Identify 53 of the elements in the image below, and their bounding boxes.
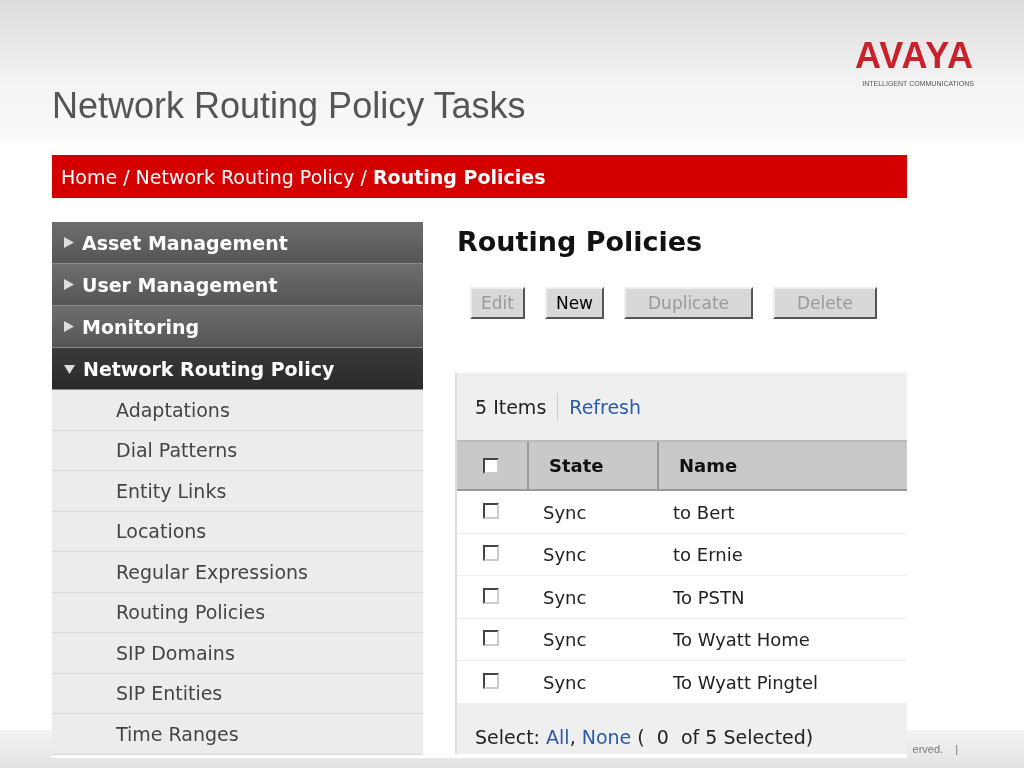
footer-text: erved.	[912, 743, 944, 755]
sidebar-item[interactable]: Dial Patterns	[52, 430, 423, 471]
refresh-link[interactable]: Refresh	[569, 395, 642, 418]
selection-count: ( 0 of 5 Selected)	[636, 725, 814, 748]
breadcrumb: Home / Network Routing Policy / Routing Policies	[61, 165, 546, 188]
sidebar-item[interactable]: Routing Policies	[52, 592, 423, 633]
column-header[interactable]: Name	[679, 455, 738, 477]
sidebar-item[interactable]: SIP Entities	[52, 673, 423, 714]
sidebar-section[interactable]: Asset Management	[52, 222, 423, 264]
table-cell: to Ernie	[673, 544, 743, 566]
sidebar-section-label: Network Routing Policy	[83, 357, 335, 380]
table-cell: Sync	[543, 501, 587, 523]
toolbar-button[interactable]: New	[544, 287, 604, 320]
sidebar-section[interactable]: Monitoring	[52, 306, 423, 348]
sidebar-item[interactable]: Adaptations	[52, 390, 423, 431]
checkbox[interactable]	[483, 630, 499, 647]
sidebar-section-label: User Management	[82, 273, 278, 296]
sidebar-item[interactable]: Locations	[52, 511, 423, 552]
table-cell: to Bert	[673, 501, 735, 523]
sidebar-section[interactable]: Network Routing Policy	[52, 348, 423, 390]
logo: AVAYA	[854, 38, 974, 74]
slide-title: Network Routing Policy Tasks	[52, 88, 526, 124]
comma-text: ,	[569, 725, 577, 748]
table-cell: To Wyatt Home	[673, 629, 810, 651]
checkbox[interactable]	[483, 587, 499, 604]
select-label: Select:	[475, 725, 541, 748]
sidebar-item[interactable]: Regular Expressions	[52, 552, 423, 593]
checkbox[interactable]	[483, 672, 499, 689]
sidebar-section-label: Monitoring	[82, 315, 200, 338]
page-title: Routing Policies	[457, 226, 704, 259]
triangle-right-icon	[64, 237, 74, 248]
sidebar-item[interactable]: SIP Domains	[52, 633, 423, 674]
table-cell: Sync	[543, 544, 587, 566]
sidebar-item[interactable]: Entity Links	[52, 471, 423, 512]
select-all-link[interactable]: All	[546, 725, 570, 748]
sidebar-section[interactable]: User Management	[52, 264, 423, 306]
table-cell: Sync	[543, 671, 587, 693]
triangle-right-icon	[64, 321, 74, 332]
select-none-link[interactable]: None	[581, 725, 632, 748]
checkbox[interactable]	[483, 457, 499, 474]
triangle-right-icon	[64, 279, 74, 290]
sidebar-section-label: Asset Management	[82, 231, 288, 254]
checkbox[interactable]	[483, 545, 499, 562]
column-header[interactable]: State	[549, 455, 604, 477]
table-cell: Sync	[543, 629, 587, 651]
sidebar-item[interactable]: Time Ranges	[52, 714, 423, 755]
checkbox[interactable]	[483, 502, 499, 519]
triangle-down-icon	[64, 363, 75, 374]
table-cell: To Wyatt Pingtel	[673, 671, 819, 693]
table-cell: To PSTN	[673, 586, 745, 608]
footer-separator: |	[955, 743, 958, 755]
item-count: 5 Items	[475, 395, 547, 418]
table-cell: Sync	[543, 586, 587, 608]
